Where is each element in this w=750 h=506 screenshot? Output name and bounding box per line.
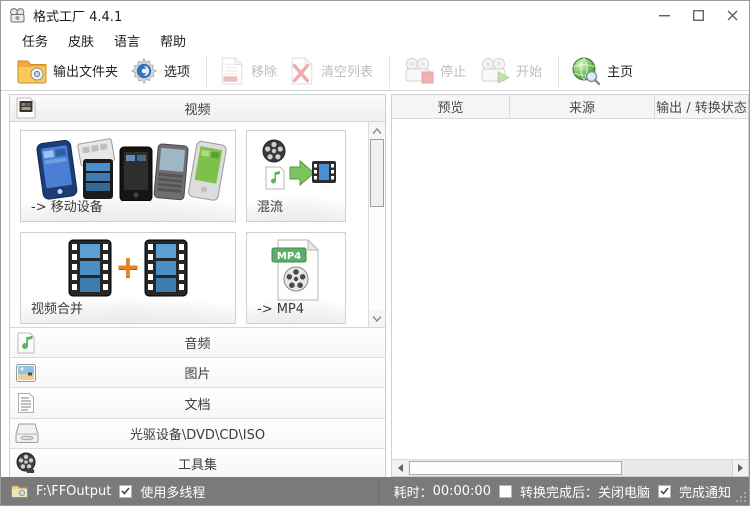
output-folder-label: 输出文件夹 bbox=[53, 61, 118, 80]
menu-language[interactable]: 语言 bbox=[104, 29, 150, 52]
tile-video-join[interactable]: + 视频合并 bbox=[20, 232, 236, 324]
plus-icon: + bbox=[115, 240, 140, 296]
mobile-devices-art bbox=[21, 137, 235, 201]
status-right-pane: 耗时： 00:00:00 转换完成后：关闭电脑 完成通知 bbox=[379, 482, 749, 501]
video-join-art: + bbox=[21, 239, 235, 297]
elapsed-time-value: 00:00:00 bbox=[433, 484, 491, 499]
minimize-button[interactable] bbox=[647, 1, 681, 29]
tile-to-mp4[interactable]: MP4 -> MP4 bbox=[246, 232, 346, 324]
tile-mux[interactable]: 混流 bbox=[246, 130, 346, 222]
menu-task[interactable]: 任务 bbox=[12, 29, 58, 52]
start-camera-icon bbox=[478, 57, 510, 85]
elapsed-time-label: 耗时： bbox=[394, 482, 433, 501]
scroll-right-arrow[interactable] bbox=[732, 460, 748, 476]
maximize-button[interactable] bbox=[681, 1, 715, 29]
column-preview[interactable]: 预览 bbox=[392, 95, 510, 118]
section-toolset[interactable]: 工具集 bbox=[10, 449, 385, 478]
section-document-label: 文档 bbox=[10, 394, 385, 413]
section-disc-device-label: 光驱设备\DVD\CD\ISO bbox=[10, 424, 385, 443]
toolbar-separator bbox=[558, 55, 559, 87]
homepage-globe-icon bbox=[571, 56, 601, 86]
menu-help[interactable]: 帮助 bbox=[150, 29, 196, 52]
resize-grip[interactable] bbox=[735, 491, 747, 503]
toolbar-separator bbox=[206, 55, 207, 87]
notify-done-checkbox[interactable] bbox=[658, 485, 671, 498]
mp4-badge-text: MP4 bbox=[277, 251, 301, 262]
tile-to-mobile-device[interactable]: -> 移动设备 bbox=[20, 130, 236, 222]
scroll-down-arrow[interactable] bbox=[369, 310, 385, 327]
category-panel: 视频 -> 移动设备 bbox=[9, 94, 386, 479]
section-disc-device[interactable]: 光驱设备\DVD\CD\ISO bbox=[10, 419, 385, 449]
toolbar: 输出文件夹 选项 移除 bbox=[1, 51, 749, 91]
task-list-panel: 预览 来源 输出 / 转换状态 bbox=[391, 94, 749, 477]
toolbar-separator bbox=[389, 55, 390, 87]
multithread-label: 使用多线程 bbox=[140, 482, 205, 501]
scroll-left-arrow[interactable] bbox=[392, 460, 408, 476]
section-document[interactable]: 文档 bbox=[10, 388, 385, 418]
scroll-thumb[interactable] bbox=[370, 139, 384, 207]
notify-done-label: 完成通知 bbox=[679, 482, 731, 501]
mux-art bbox=[247, 137, 345, 199]
tile-to-mp4-label: -> MP4 bbox=[257, 302, 304, 317]
start-label: 开始 bbox=[516, 61, 542, 80]
section-video-label: 视频 bbox=[10, 99, 385, 118]
menu-skin[interactable]: 皮肤 bbox=[58, 29, 104, 52]
output-path-text: F:\FFOutput bbox=[36, 484, 111, 499]
output-folder-button[interactable]: 输出文件夹 bbox=[13, 56, 126, 86]
stop-camera-icon bbox=[402, 57, 434, 85]
section-toolset-label: 工具集 bbox=[10, 454, 385, 473]
output-path-folder-icon bbox=[11, 484, 28, 498]
section-audio[interactable]: 音频 bbox=[10, 328, 385, 358]
tile-mux-label: 混流 bbox=[257, 196, 283, 215]
section-picture-label: 图片 bbox=[10, 363, 385, 382]
multithread-checkbox[interactable] bbox=[119, 485, 132, 498]
remove-item-icon bbox=[219, 57, 245, 85]
shutdown-after-checkbox[interactable] bbox=[499, 485, 512, 498]
stop-button[interactable]: 停止 bbox=[398, 55, 474, 87]
options-button[interactable]: 选项 bbox=[126, 55, 198, 87]
scroll-thumb[interactable] bbox=[409, 461, 622, 475]
shutdown-after-label: 转换完成后：关闭电脑 bbox=[520, 482, 650, 501]
video-tiles-area: -> 移动设备 bbox=[10, 122, 385, 327]
scroll-up-arrow[interactable] bbox=[369, 122, 385, 139]
homepage-button[interactable]: 主页 bbox=[567, 54, 641, 88]
section-picture[interactable]: 图片 bbox=[10, 358, 385, 388]
remove-button[interactable]: 移除 bbox=[215, 55, 285, 87]
app-window: 格式工厂 4.4.1 任务 皮肤 语言 帮助 输出文件夹 bbox=[0, 0, 750, 506]
section-audio-label: 音频 bbox=[10, 333, 385, 352]
clear-list-button[interactable]: 清空列表 bbox=[285, 55, 381, 87]
status-left-pane: F:\FFOutput 使用多线程 bbox=[1, 477, 379, 505]
task-list-body[interactable] bbox=[392, 119, 748, 459]
section-list: 音频 图片 文档 bbox=[10, 327, 385, 478]
output-folder-icon bbox=[17, 58, 47, 84]
column-source[interactable]: 来源 bbox=[510, 95, 655, 118]
window-title: 格式工厂 4.4.1 bbox=[33, 6, 122, 25]
tiles-vertical-scrollbar[interactable] bbox=[368, 122, 385, 327]
clear-list-icon bbox=[289, 57, 315, 85]
close-button[interactable] bbox=[715, 1, 749, 29]
stop-label: 停止 bbox=[440, 61, 466, 80]
options-label: 选项 bbox=[164, 61, 190, 80]
task-list-horizontal-scrollbar[interactable] bbox=[392, 459, 748, 476]
status-bar: F:\FFOutput 使用多线程 耗时： 00:00:00 转换完成后：关闭电… bbox=[1, 477, 749, 505]
app-logo-icon bbox=[9, 8, 26, 23]
task-list-header: 预览 来源 输出 / 转换状态 bbox=[392, 95, 748, 119]
tile-to-mobile-device-label: -> 移动设备 bbox=[31, 196, 103, 215]
clear-list-label: 清空列表 bbox=[321, 61, 373, 80]
column-output-status[interactable]: 输出 / 转换状态 bbox=[655, 95, 748, 118]
section-video[interactable]: 视频 bbox=[10, 95, 385, 122]
start-button[interactable]: 开始 bbox=[474, 55, 550, 87]
options-gear-icon bbox=[130, 57, 158, 85]
mp4-art: MP4 bbox=[247, 239, 345, 301]
tile-video-join-label: 视频合并 bbox=[31, 298, 83, 317]
menu-bar: 任务 皮肤 语言 帮助 bbox=[1, 29, 749, 51]
title-bar: 格式工厂 4.4.1 bbox=[1, 1, 749, 29]
remove-label: 移除 bbox=[251, 61, 277, 80]
homepage-label: 主页 bbox=[607, 61, 633, 80]
